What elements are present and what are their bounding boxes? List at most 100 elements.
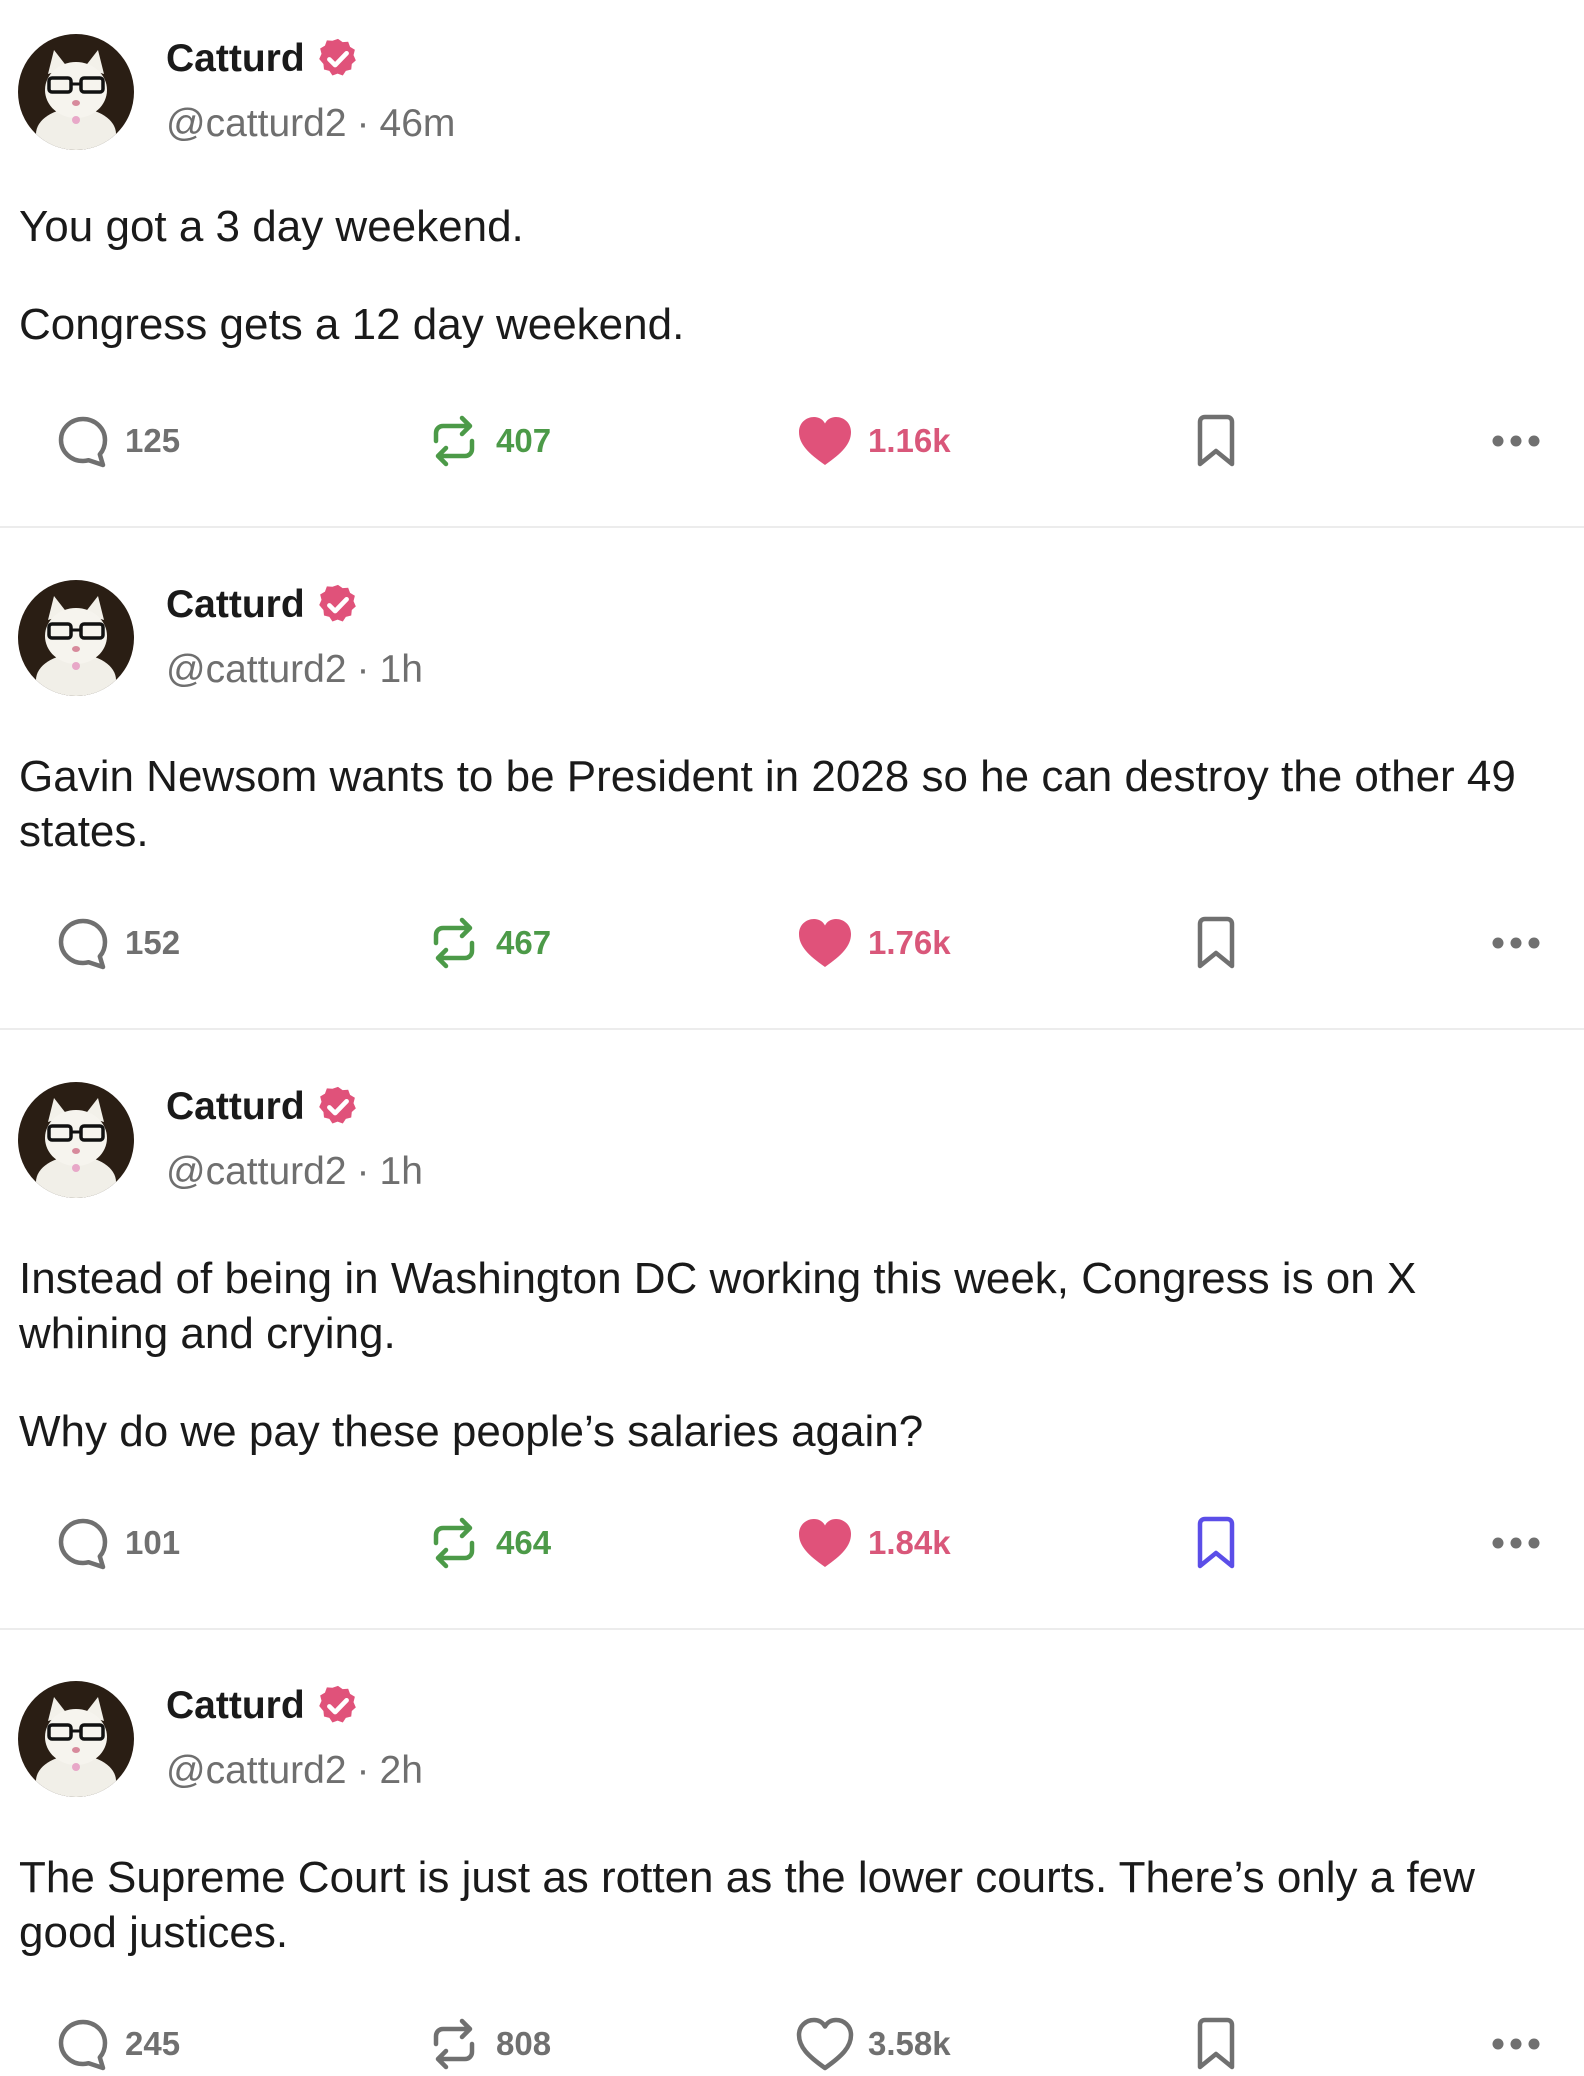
meta-separator: · xyxy=(356,1150,370,1193)
bookmark-button-active[interactable] xyxy=(1192,1511,1240,1575)
post-body: Gavin Newsom wants to be President in 20… xyxy=(19,749,1564,859)
post-meta: @catturd2 · 1h xyxy=(166,648,423,692)
post-paragraph: Why do we pay these people’s salaries ag… xyxy=(19,1407,924,1456)
bookmark-icon xyxy=(1197,1516,1235,1569)
cat-avatar-icon xyxy=(18,580,134,696)
meta-separator: · xyxy=(356,648,370,691)
avatar[interactable] xyxy=(18,34,134,150)
like-button[interactable]: 1.16k xyxy=(796,409,951,473)
repost-button[interactable]: 808 xyxy=(426,2012,551,2076)
more-dots-icon xyxy=(1492,1537,1540,1549)
post-time[interactable]: 1h xyxy=(380,1150,423,1193)
reply-bubble-icon xyxy=(58,416,108,468)
repost-button[interactable]: 407 xyxy=(426,409,551,473)
heart-icon xyxy=(799,919,851,967)
avatar[interactable] xyxy=(18,1082,134,1198)
bookmark-button[interactable] xyxy=(1192,911,1240,975)
author-name[interactable]: Catturd xyxy=(166,36,361,82)
more-button[interactable] xyxy=(1490,409,1542,473)
post-paragraph: Congress gets a 12 day weekend. xyxy=(19,300,685,349)
cat-avatar-icon xyxy=(18,34,134,150)
post-body: The Supreme Court is just as rotten as t… xyxy=(19,1850,1564,1960)
reply-count: 125 xyxy=(125,422,181,459)
post-time[interactable]: 2h xyxy=(380,1749,423,1792)
bookmark-icon xyxy=(1197,414,1235,467)
author-handle[interactable]: @catturd2 xyxy=(166,102,347,145)
post-body: You got a 3 day weekend. Congress gets a… xyxy=(19,199,1564,352)
author-name-text: Catturd xyxy=(166,37,305,80)
reply-button[interactable]: 152 xyxy=(55,911,180,975)
repost-count: 808 xyxy=(496,2025,552,2062)
author-name-text: Catturd xyxy=(166,1684,305,1727)
meta-separator: · xyxy=(356,1749,370,1792)
post[interactable]: Catturd @catturd2 · 46m You got a 3 day we… xyxy=(0,0,1584,528)
repost-icon xyxy=(433,1517,475,1569)
post-paragraph: The Supreme Court is just as rotten as t… xyxy=(19,1853,1475,1957)
bookmark-button[interactable] xyxy=(1192,409,1240,473)
more-button[interactable] xyxy=(1490,1511,1542,1575)
reply-count: 152 xyxy=(125,924,181,961)
post-feed: Catturd @catturd2 · 46m You got a 3 day we… xyxy=(0,0,1584,2071)
post-time[interactable]: 46m xyxy=(380,102,456,145)
post-meta: @catturd2 · 1h xyxy=(166,1150,423,1194)
cat-avatar-icon xyxy=(18,1681,134,1797)
meta-separator: · xyxy=(356,102,370,145)
repost-count: 464 xyxy=(496,1524,552,1561)
like-count: 1.76k xyxy=(868,924,951,961)
more-dots-icon xyxy=(1492,2038,1540,2050)
author-name-text: Catturd xyxy=(166,1085,305,1128)
reply-bubble-icon xyxy=(58,918,108,970)
like-count: 1.16k xyxy=(868,422,951,459)
post-actions: 152 467 1.76k xyxy=(0,911,1584,975)
like-button[interactable]: 1.84k xyxy=(796,1511,951,1575)
more-button[interactable] xyxy=(1490,2012,1542,2076)
author-name[interactable]: Catturd xyxy=(166,1683,361,1729)
verified-badge-icon xyxy=(318,38,356,76)
author-name[interactable]: Catturd xyxy=(166,582,361,628)
author-name-text: Catturd xyxy=(166,583,305,626)
post[interactable]: Catturd @catturd2 · 1h Gavin Newsom wants … xyxy=(0,528,1584,1030)
repost-icon xyxy=(433,415,475,467)
like-count: 1.84k xyxy=(868,1524,951,1561)
author-name[interactable]: Catturd xyxy=(166,1084,361,1130)
more-button[interactable] xyxy=(1490,911,1542,975)
post-paragraph: You got a 3 day weekend. xyxy=(19,202,524,251)
repost-icon xyxy=(433,2018,475,2070)
repost-button[interactable]: 467 xyxy=(426,911,551,975)
like-button[interactable]: 3.58k xyxy=(796,2012,951,2076)
verified-badge-icon xyxy=(318,584,356,622)
post[interactable]: Catturd @catturd2 · 2h The Supreme Court i… xyxy=(0,1630,1584,2071)
post-paragraph: Gavin Newsom wants to be President in 20… xyxy=(19,752,1516,856)
reply-count: 101 xyxy=(125,1524,181,1561)
like-button[interactable]: 1.76k xyxy=(796,911,951,975)
like-count: 3.58k xyxy=(868,2025,951,2062)
avatar[interactable] xyxy=(18,580,134,696)
repost-icon xyxy=(433,917,475,969)
repost-count: 407 xyxy=(496,422,552,459)
verified-badge-icon xyxy=(318,1086,356,1124)
author-handle[interactable]: @catturd2 xyxy=(166,1150,347,1193)
reply-button[interactable]: 125 xyxy=(55,409,180,473)
author-handle[interactable]: @catturd2 xyxy=(166,648,347,691)
reply-count: 245 xyxy=(125,2025,181,2062)
post-body: Instead of being in Washington DC workin… xyxy=(19,1251,1564,1459)
bookmark-button[interactable] xyxy=(1192,2012,1240,2076)
post[interactable]: Catturd @catturd2 · 1h Instead of being in… xyxy=(0,1030,1584,1630)
reply-button[interactable]: 101 xyxy=(55,1511,180,1575)
post-time[interactable]: 1h xyxy=(380,648,423,691)
post-actions: 125 407 1.16k xyxy=(0,409,1584,473)
post-actions: 245 808 3.58k xyxy=(0,2012,1584,2076)
avatar[interactable] xyxy=(18,1681,134,1797)
author-handle[interactable]: @catturd2 xyxy=(166,1749,347,1792)
more-dots-icon xyxy=(1492,937,1540,949)
post-actions: 101 464 1.84k xyxy=(0,1511,1584,1575)
reply-button[interactable]: 245 xyxy=(55,2012,180,2076)
bookmark-icon xyxy=(1197,2017,1235,2070)
repost-count: 467 xyxy=(496,924,552,961)
post-meta: @catturd2 · 2h xyxy=(166,1749,423,1793)
heart-icon xyxy=(799,1519,851,1567)
post-meta: @catturd2 · 46m xyxy=(166,102,455,146)
repost-button[interactable]: 464 xyxy=(426,1511,551,1575)
cat-avatar-icon xyxy=(18,1082,134,1198)
bookmark-icon xyxy=(1197,916,1235,969)
